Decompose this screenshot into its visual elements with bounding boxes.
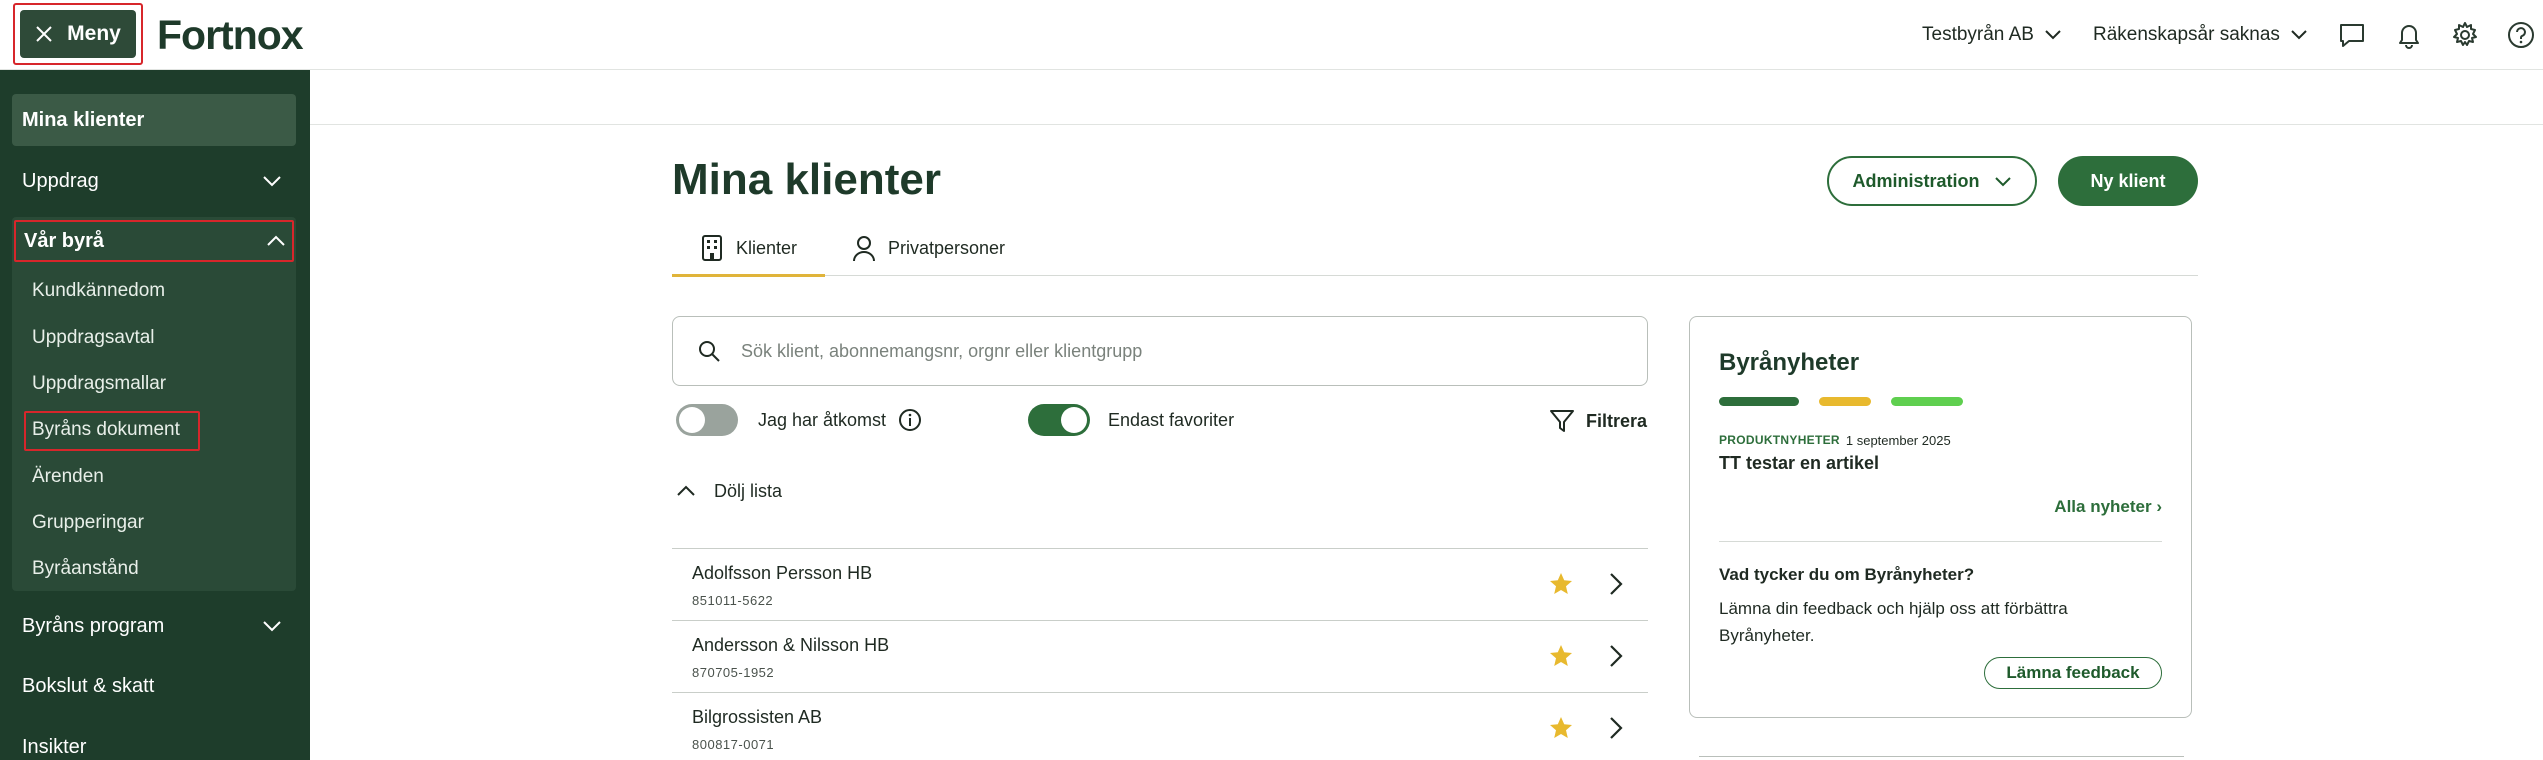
table-row[interactable]: Andersson & Nilsson HB 870705-1952 <box>672 620 1648 692</box>
sidebar-item-label: Uppdrag <box>22 169 99 192</box>
client-name: Adolfsson Persson HB <box>692 563 873 583</box>
filter-icon <box>1550 410 1574 432</box>
fiscal-year-select-label: Räkenskapsår saknas <box>2093 24 2280 45</box>
sidebar-item-label: Insikter <box>22 735 87 758</box>
chat-icon[interactable] <box>2335 18 2369 52</box>
sidebar-item-label: Bokslut & skatt <box>22 674 155 697</box>
search-icon <box>699 341 720 362</box>
chevron-right-icon[interactable] <box>1602 643 1628 669</box>
sidebar-subitem-byraanstand[interactable]: Byråanstånd <box>32 551 139 587</box>
favorites-toggle[interactable] <box>1028 404 1090 436</box>
chevron-down-icon <box>2045 30 2061 40</box>
tab-label: Klienter <box>736 237 798 258</box>
search-input[interactable] <box>741 340 1621 362</box>
news-indicator <box>1719 397 1963 406</box>
news-card-title: Byrånyheter <box>1719 349 1860 376</box>
star-icon[interactable] <box>1548 571 1574 597</box>
chevron-up-icon <box>677 485 695 496</box>
administration-button[interactable]: Administration <box>1827 156 2037 206</box>
client-number: 851011-5622 <box>692 593 774 608</box>
client-number: 800817-0071 <box>692 737 775 752</box>
subitem-highlight <box>24 411 200 451</box>
feedback-title: Vad tycker du om Byrånyheter? <box>1719 565 1975 584</box>
news-indicator-bar <box>1719 397 1799 406</box>
sidebar: Mina klienter Uppdrag Vår byrå Kundkänne… <box>0 70 310 760</box>
tab-klienter[interactable]: Klienter <box>672 220 825 277</box>
administration-button-label: Administration <box>1852 170 1980 191</box>
hide-list-label: Dölj lista <box>714 480 783 501</box>
company-select-label: Testbyrån AB <box>1922 24 2034 45</box>
sidebar-subitem-grupperingar[interactable]: Grupperingar <box>32 505 144 541</box>
filter-button[interactable]: Filtrera <box>1548 404 1647 438</box>
star-icon[interactable] <box>1548 715 1574 741</box>
table-row[interactable]: Bilgrossisten AB 800817-0071 <box>672 692 1648 760</box>
fortnox-logo[interactable]: Fortnox <box>157 12 304 58</box>
menu-button-highlight: Meny <box>13 3 143 65</box>
chevron-down-icon <box>1994 176 2011 186</box>
client-search <box>672 316 1648 386</box>
news-category: PRODUKTNYHETER <box>1719 433 1840 447</box>
news-indicator-bar <box>1891 397 1963 406</box>
tab-privatpersoner[interactable]: Privatpersoner <box>852 220 1005 276</box>
client-name: Bilgrossisten AB <box>692 707 823 727</box>
sub-header-bar <box>310 70 2543 125</box>
bell-icon[interactable] <box>2392 18 2426 52</box>
sidebar-subitem-kundkannedom[interactable]: Kundkännedom <box>32 273 165 309</box>
sidebar-item-var-byra[interactable]: Vår byrå <box>24 222 286 260</box>
sidebar-subitem-uppdragsavtal[interactable]: Uppdragsavtal <box>32 320 155 356</box>
tab-bar: Klienter Privatpersoner <box>672 220 2198 277</box>
new-client-button[interactable]: Ny klient <box>2058 156 2198 206</box>
sidebar-group-label: Vår byrå <box>24 229 105 252</box>
sidebar-item-uppdrag[interactable]: Uppdrag <box>22 161 296 201</box>
star-icon[interactable] <box>1548 643 1574 669</box>
page-title: Mina klienter <box>672 155 941 204</box>
all-news-link[interactable]: Alla nyheter › <box>2054 497 2162 517</box>
chevron-up-icon <box>267 235 285 246</box>
client-list: Adolfsson Persson HB 851011-5622 Anderss… <box>672 548 1648 760</box>
news-indicator-bar <box>1819 397 1871 406</box>
sidebar-group-var-byra: Vår byrå Kundkännedom Uppdragsavtal Uppd… <box>12 217 296 591</box>
menu-button[interactable]: Meny <box>20 10 136 58</box>
info-icon[interactable] <box>898 408 922 432</box>
sidebar-item-insikter[interactable]: Insikter <box>22 727 296 760</box>
favorites-toggle-label: Endast favoriter <box>1108 410 1235 430</box>
person-icon <box>853 236 875 262</box>
fiscal-year-select[interactable]: Räkenskapsår saknas <box>2093 20 2308 50</box>
chevron-right-icon[interactable] <box>1602 715 1628 741</box>
building-icon <box>702 235 722 261</box>
sidebar-item-bokslut-skatt[interactable]: Bokslut & skatt <box>22 666 296 706</box>
filter-button-label: Filtrera <box>1586 410 1648 431</box>
gear-icon[interactable] <box>2448 18 2482 52</box>
chevron-down-icon <box>263 621 281 632</box>
sidebar-item-byrans-program[interactable]: Byråns program <box>22 606 296 646</box>
top-bar: Meny Fortnox Testbyrån AB Räkenskapsår s… <box>0 0 2543 70</box>
feedback-button[interactable]: Lämna feedback <box>1984 657 2162 689</box>
sidebar-subitem-arenden[interactable]: Ärenden <box>32 459 104 495</box>
tab-label: Privatpersoner <box>888 237 1006 258</box>
news-card: Byrånyheter PRODUKTNYHETER 1 september 2… <box>1689 316 2192 718</box>
sidebar-item-mina-klienter[interactable]: Mina klienter <box>12 94 296 146</box>
chevron-down-icon <box>2291 30 2307 40</box>
table-row[interactable]: Adolfsson Persson HB 851011-5622 <box>672 548 1648 620</box>
menu-button-label: Meny <box>67 22 121 45</box>
group-head-highlight: Vår byrå <box>14 220 294 262</box>
sidebar-item-label: Byråns program <box>22 614 165 637</box>
next-card-edge <box>1699 756 2184 760</box>
news-date: 1 september 2025 <box>1845 433 1951 448</box>
help-icon[interactable] <box>2504 18 2538 52</box>
access-toggle[interactable] <box>676 404 738 436</box>
divider <box>1719 541 2162 542</box>
news-meta: PRODUKTNYHETER 1 september 2025 <box>1719 433 1951 448</box>
feedback-text: Lämna din feedback och hjälp oss att för… <box>1719 599 2068 645</box>
close-icon <box>36 26 52 42</box>
access-toggle-label: Jag har åtkomst <box>758 410 887 430</box>
sidebar-subitem-uppdragsmallar[interactable]: Uppdragsmallar <box>32 366 166 402</box>
company-select[interactable]: Testbyrån AB <box>1922 20 2062 50</box>
client-number: 870705-1952 <box>692 665 775 680</box>
chevron-down-icon <box>263 176 281 187</box>
hide-list-toggle[interactable]: Dölj lista <box>676 474 782 508</box>
chevron-right-icon[interactable] <box>1602 571 1628 597</box>
news-headline[interactable]: TT testar en artikel <box>1719 453 1879 474</box>
client-name: Andersson & Nilsson HB <box>692 635 890 655</box>
